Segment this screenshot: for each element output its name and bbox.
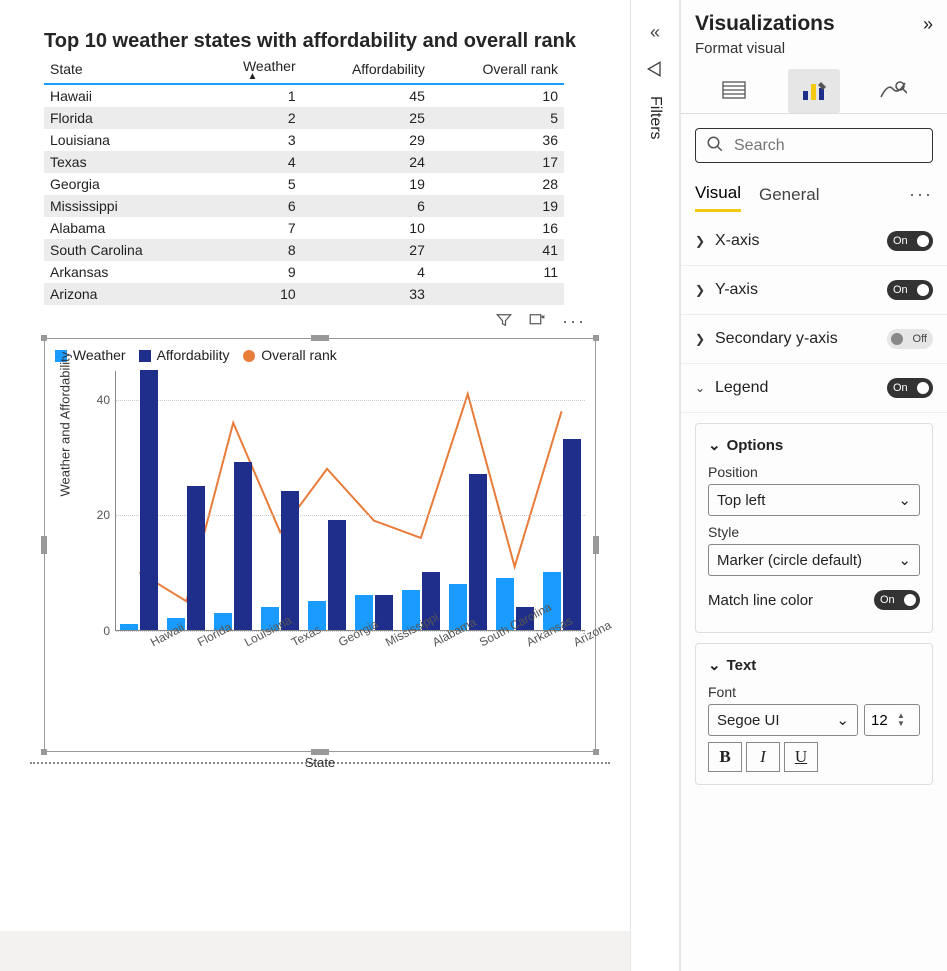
search-icon bbox=[706, 135, 724, 156]
chevron-down-icon: ⌄ bbox=[695, 381, 707, 395]
collapse-left-icon[interactable]: « bbox=[631, 14, 679, 51]
data-table[interactable]: State Weather ▲ Affordability Overall ra… bbox=[44, 55, 564, 305]
pane-subtitle: Format visual bbox=[681, 40, 947, 65]
x-axis-labels: HawaiiFloridaLouisianaTexasGeorgiaMissis… bbox=[115, 631, 595, 691]
col-state[interactable]: State bbox=[44, 55, 203, 84]
visual-title: Top 10 weather states with affordability… bbox=[44, 30, 610, 53]
table-row[interactable]: Arizona1033 bbox=[44, 283, 564, 305]
toggle-x-axis[interactable]: On bbox=[887, 231, 933, 251]
chevron-down-icon: ⌄ bbox=[898, 491, 911, 509]
position-select[interactable]: Top left ⌄ bbox=[708, 484, 920, 516]
col-affordability[interactable]: Affordability bbox=[302, 55, 431, 84]
page-tab-strip[interactable] bbox=[0, 931, 630, 971]
table-row[interactable]: Georgia51928 bbox=[44, 173, 564, 195]
chart-legend[interactable]: Weather Affordability Overall rank bbox=[45, 339, 595, 367]
search-input[interactable] bbox=[732, 136, 943, 156]
toggle-secondary-y-axis[interactable]: Off bbox=[887, 329, 933, 349]
filters-label[interactable]: Filters bbox=[646, 96, 664, 140]
legend-item-overall-rank[interactable]: Overall rank bbox=[243, 347, 336, 363]
chevron-down-icon: ⌄ bbox=[708, 436, 721, 454]
chevron-right-icon: ❯ bbox=[695, 332, 707, 346]
bold-button[interactable]: B bbox=[708, 742, 742, 772]
col-weather[interactable]: Weather ▲ bbox=[203, 55, 301, 84]
text-header[interactable]: ⌄ Text bbox=[708, 656, 920, 674]
table-row[interactable]: South Carolina82741 bbox=[44, 239, 564, 261]
chevron-right-icon: ❯ bbox=[695, 283, 707, 297]
x-axis-title: State bbox=[45, 691, 595, 770]
options-header[interactable]: ⌄ Options bbox=[708, 436, 920, 454]
style-label: Style bbox=[708, 524, 920, 540]
expand-right-icon[interactable]: » bbox=[923, 14, 933, 35]
chevron-right-icon: ❯ bbox=[695, 234, 707, 248]
section-y-axis[interactable]: ❯ Y-axis On bbox=[681, 266, 947, 315]
chevron-down-icon: ⌄ bbox=[708, 656, 721, 674]
format-mode-tabs bbox=[681, 65, 947, 114]
toggle-legend[interactable]: On bbox=[887, 378, 933, 398]
step-down-icon[interactable]: ▼ bbox=[897, 720, 905, 728]
sort-asc-icon: ▲ bbox=[209, 74, 295, 80]
analytics-tab-icon[interactable] bbox=[867, 69, 919, 113]
toggle-match-line-color[interactable]: On bbox=[874, 590, 920, 610]
legend-text-card: ⌄ Text Font Segoe UI ⌄ ▲▼ B I U bbox=[695, 643, 933, 785]
table-row[interactable]: Arkansas9411 bbox=[44, 261, 564, 283]
visual-action-bar: ··· bbox=[30, 305, 610, 336]
report-canvas: Top 10 weather states with affordability… bbox=[0, 0, 630, 930]
more-options-icon[interactable]: ··· bbox=[556, 307, 592, 336]
section-secondary-y-axis[interactable]: ❯ Secondary y-axis Off bbox=[681, 315, 947, 364]
italic-button[interactable]: I bbox=[746, 742, 780, 772]
filters-pane-collapsed: « Filters bbox=[630, 0, 680, 971]
font-label: Font bbox=[708, 684, 920, 700]
tab-visual[interactable]: Visual bbox=[695, 177, 741, 212]
section-x-axis[interactable]: ❯ X-axis On bbox=[681, 217, 947, 266]
format-visual-tab-icon[interactable] bbox=[788, 69, 840, 113]
table-row[interactable]: Texas42417 bbox=[44, 151, 564, 173]
filter-icon[interactable] bbox=[489, 307, 519, 336]
match-line-color-label: Match line color bbox=[708, 592, 813, 609]
y-axis-label: Weather and Affordability bbox=[58, 352, 73, 497]
table-row[interactable]: Mississippi6619 bbox=[44, 195, 564, 217]
font-family-select[interactable]: Segoe UI ⌄ bbox=[708, 704, 858, 736]
table-row[interactable]: Florida2255 bbox=[44, 107, 564, 129]
bookmark-icon[interactable] bbox=[631, 51, 679, 92]
col-overall-rank[interactable]: Overall rank bbox=[431, 55, 564, 84]
build-visual-tab-icon[interactable] bbox=[709, 69, 761, 113]
chevron-down-icon: ⌄ bbox=[898, 551, 911, 569]
visualizations-pane: Visualizations » Format visual bbox=[680, 0, 947, 971]
style-select[interactable]: Marker (circle default) ⌄ bbox=[708, 544, 920, 576]
section-legend[interactable]: ⌄ Legend On bbox=[681, 364, 947, 413]
legend-item-affordability[interactable]: Affordability bbox=[139, 347, 233, 363]
font-size-input[interactable]: ▲▼ bbox=[864, 704, 920, 736]
toggle-y-axis[interactable]: On bbox=[887, 280, 933, 300]
table-row[interactable]: Hawaii14510 bbox=[44, 84, 564, 107]
legend-options-card: ⌄ Options Position Top left ⌄ Style Mark… bbox=[695, 423, 933, 633]
tabs-more-icon[interactable]: ··· bbox=[909, 184, 933, 205]
focus-mode-icon[interactable] bbox=[522, 307, 552, 336]
chevron-down-icon: ⌄ bbox=[836, 711, 849, 729]
table-row[interactable]: Louisiana32936 bbox=[44, 129, 564, 151]
combo-chart-visual[interactable]: Weather Affordability Overall rank Weath… bbox=[44, 338, 596, 752]
pane-title: Visualizations bbox=[695, 12, 835, 36]
underline-button[interactable]: U bbox=[784, 742, 818, 772]
tab-general[interactable]: General bbox=[759, 179, 819, 211]
search-box[interactable] bbox=[695, 128, 933, 163]
table-row[interactable]: Alabama71016 bbox=[44, 217, 564, 239]
plot-area[interactable]: 02040 bbox=[115, 371, 585, 631]
position-label: Position bbox=[708, 464, 920, 480]
